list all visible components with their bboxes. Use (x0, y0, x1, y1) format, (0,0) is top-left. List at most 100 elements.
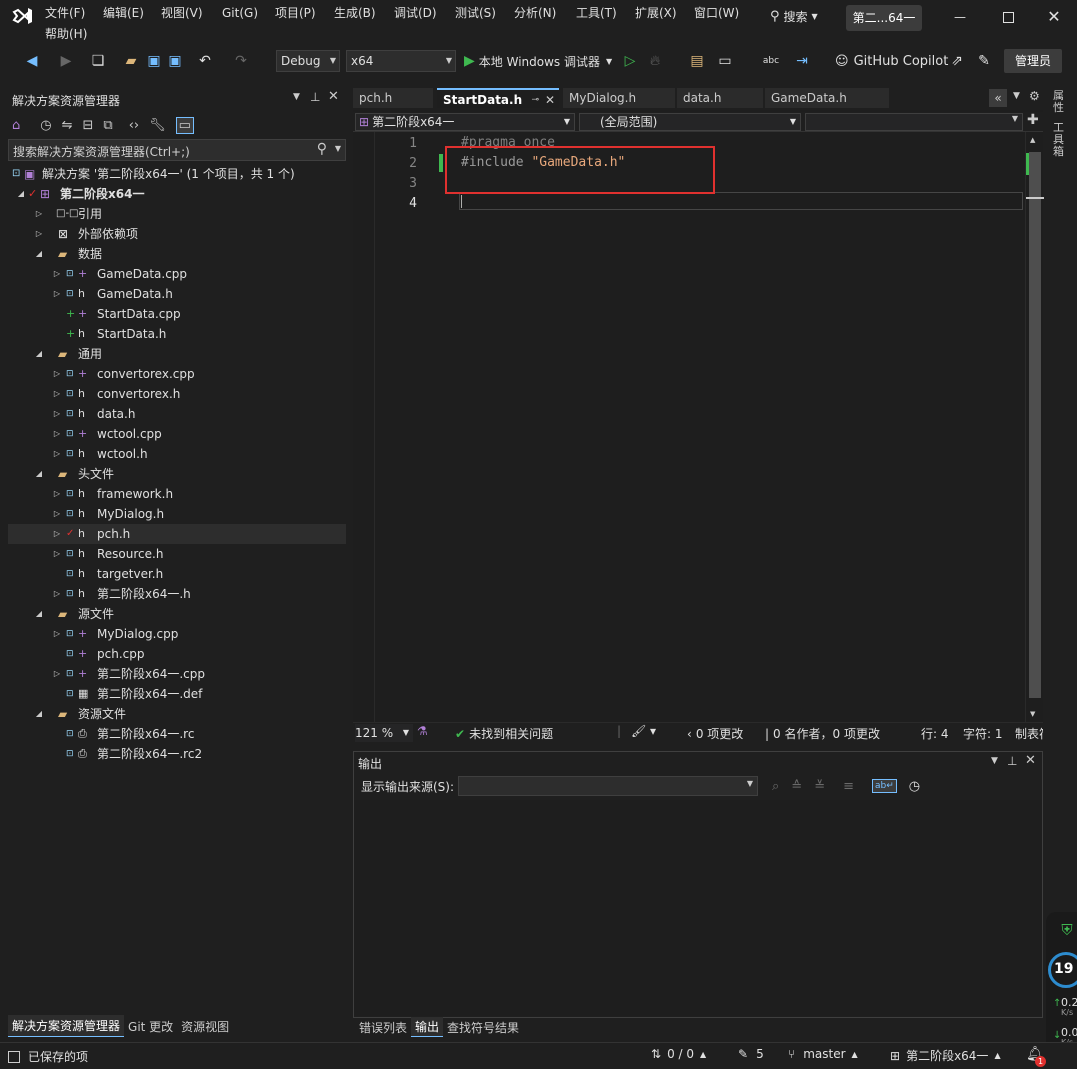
collapsed-arrow-icon[interactable]: ▷ (52, 444, 62, 464)
tab-data-h[interactable]: data.h (677, 88, 763, 108)
repository-indicator[interactable]: ⊞ 第二阶段x64一 ▲ (890, 1047, 1001, 1064)
expanded-arrow-icon[interactable]: ◢ (34, 604, 44, 624)
undo-icon[interactable]: ↶ (196, 49, 214, 73)
redo-icon[interactable]: ↷ (232, 49, 250, 73)
sync-indicator[interactable]: ⇅ 0 / 0 ▲ (651, 1047, 706, 1061)
tree-file[interactable]: ▷ ✓ h pch.h (8, 524, 346, 544)
tree-file[interactable]: ⊡ ⎙ 第二阶段x64一.rc (8, 724, 346, 744)
tree-file[interactable]: ▷ ⊡ + MyDialog.cpp (8, 624, 346, 644)
collapsed-arrow-icon[interactable]: ▷ (34, 224, 44, 244)
menu-view[interactable]: 视图(V) (161, 4, 203, 22)
word-wrap-icon[interactable]: ab↵ (872, 779, 897, 793)
home-icon[interactable]: ⌂ (12, 118, 20, 133)
menu-project[interactable]: 项目(P) (275, 4, 316, 22)
collapsed-arrow-icon[interactable]: ▷ (52, 404, 62, 424)
pin-icon[interactable]: ⊥ (1007, 754, 1017, 768)
tab-solution-explorer[interactable]: 解决方案资源管理器 (8, 1015, 125, 1037)
indent-icon[interactable]: ⇥ (793, 49, 811, 73)
network-speed-widget[interactable]: ⛨ 19 ↑ 0.2 K/s ↓ 0.0 K/s (1046, 912, 1077, 1062)
tree-folder[interactable]: ◢ ▰ 数据 (8, 244, 346, 264)
output-window-icon[interactable] (8, 1050, 20, 1063)
spell-check-icon[interactable]: abc (762, 49, 780, 73)
show-all-files-icon[interactable]: ⧉ (103, 118, 112, 133)
open-folder-icon[interactable]: ▰ (122, 49, 140, 73)
menu-file[interactable]: 文件(F) (45, 4, 85, 22)
search-button[interactable]: ⚲ 搜索 ▼ (770, 6, 818, 26)
tree-file[interactable]: ⊡ + pch.cpp (8, 644, 346, 664)
tab-error-list[interactable]: 错误列表 (355, 1018, 411, 1037)
tree-file[interactable]: + + StartData.cpp (8, 304, 346, 324)
menu-window[interactable]: 窗口(W) (694, 4, 739, 22)
menu-debug[interactable]: 调试(D) (394, 4, 437, 22)
start-without-debugging-icon[interactable]: ▷ (622, 49, 638, 73)
cleanup-brush-icon[interactable]: 🖌︎ ▾ (631, 724, 656, 738)
visual-studio-logo-icon[interactable] (12, 6, 34, 26)
tree-references[interactable]: ▷ □-□ 引用 (8, 204, 346, 224)
layout-icon[interactable]: ▭ (716, 49, 734, 73)
tree-folder[interactable]: ◢ ▰ 头文件 (8, 464, 346, 484)
tab-mode-indicator[interactable]: 制表符 (1015, 725, 1043, 742)
collapsed-arrow-icon[interactable]: ▷ (52, 364, 62, 384)
properties-wrench-icon[interactable]: 🔧︎ (149, 118, 166, 133)
expanded-arrow-icon[interactable]: ◢ (34, 344, 44, 364)
scroll-up-icon[interactable]: ▲ (1030, 136, 1035, 144)
tree-file[interactable]: + h StartData.h (8, 324, 346, 344)
solution-configuration-select[interactable]: Debug ▼ (276, 50, 340, 72)
tree-file[interactable]: ▷ ⊡ + GameData.cpp (8, 264, 346, 284)
tree-file[interactable]: ▷ ⊡ h data.h (8, 404, 346, 424)
solution-title-badge[interactable]: 第二...64一 (846, 5, 922, 31)
tree-project[interactable]: ◢ ✓ ⊞ 第二阶段x64一 (8, 184, 346, 204)
collapsed-arrow-icon[interactable]: ▷ (52, 484, 62, 504)
tree-file[interactable]: ⊡ ▦ 第二阶段x64一.def (8, 684, 346, 704)
collapsed-arrow-icon[interactable]: ▷ (52, 544, 62, 564)
menu-help[interactable]: 帮助(H) (45, 25, 87, 43)
nav-scope-select[interactable]: (全局范围) ▼ (579, 113, 801, 131)
changes-indicator[interactable]: ‹ 0 项更改 (687, 725, 743, 742)
menu-build[interactable]: 生成(B) (334, 4, 376, 22)
authors-indicator[interactable]: | 0 名作者，0 项更改 (765, 725, 880, 742)
collapsed-arrow-icon[interactable]: ▷ (52, 584, 62, 604)
next-message-icon[interactable]: ≚ (814, 779, 825, 794)
toolbox-tab[interactable]: 工具箱 (1053, 122, 1067, 158)
explorer-search-input[interactable]: 搜索解决方案资源管理器(Ctrl+;) ⚲ ▼ (8, 139, 346, 161)
vertical-scrollbar[interactable]: ▲ ▼ (1025, 132, 1044, 722)
start-debugging-button[interactable]: ▶ 本地 Windows 调试器 ▼ (464, 50, 612, 72)
expanded-arrow-icon[interactable]: ◢ (16, 184, 26, 204)
tab-list-dropdown-icon[interactable]: ▼ (1013, 91, 1020, 101)
sync-icon[interactable]: ⇋ (62, 118, 73, 133)
tree-folder[interactable]: ◢ ▰ 通用 (8, 344, 346, 364)
collapsed-arrow-icon[interactable]: ▷ (52, 624, 62, 644)
scroll-tabs-left-icon[interactable]: « (989, 89, 1007, 107)
share-icon[interactable]: ⇗ (948, 49, 966, 73)
tree-file[interactable]: ▷ ⊡ h Resource.h (8, 544, 346, 564)
tree-file[interactable]: ▷ ⊡ h wctool.h (8, 444, 346, 464)
chevron-down-icon[interactable]: ▼ (991, 756, 998, 766)
feedback-icon[interactable]: ✎ (975, 49, 993, 73)
tree-file[interactable]: ▷ ⊡ + 第二阶段x64一.cpp (8, 664, 346, 684)
tab-mydialog-h[interactable]: MyDialog.h (563, 88, 675, 108)
menu-analyze[interactable]: 分析(N) (514, 4, 556, 22)
tab-startdata-h[interactable]: StartData.h ⊸ ✕ (437, 88, 559, 108)
branch-indicator[interactable]: ⑂ master ▲ (788, 1047, 858, 1061)
issues-indicator[interactable]: ✔ 未找到相关问题 (455, 725, 553, 742)
pending-edits-indicator[interactable]: ✎ 5 (738, 1047, 764, 1061)
close-panel-icon[interactable]: ✕ (328, 89, 339, 104)
char-indicator[interactable]: 字符: 1 (963, 725, 1003, 742)
tree-file[interactable]: ▷ ⊡ h 第二阶段x64一.h (8, 584, 346, 604)
previous-message-icon[interactable]: ≙ (791, 779, 802, 794)
tree-file[interactable]: ▷ ⊡ h convertorex.h (8, 384, 346, 404)
expanded-arrow-icon[interactable]: ◢ (34, 464, 44, 484)
scrollbar-thumb[interactable] (1029, 152, 1041, 698)
line-indicator[interactable]: 行: 4 (921, 725, 949, 742)
minimize-icon[interactable]: — (948, 6, 972, 28)
menu-test[interactable]: 测试(S) (455, 4, 496, 22)
tree-external-dependencies[interactable]: ▷ ⊠ 外部依赖项 (8, 224, 346, 244)
intellicode-icon[interactable]: ⚗ (417, 724, 428, 738)
chevron-down-icon[interactable]: ▼ (293, 92, 300, 102)
close-tab-icon[interactable]: ✕ (545, 90, 555, 110)
collapsed-arrow-icon[interactable]: ▷ (52, 424, 62, 444)
tree-file[interactable]: ▷ ⊡ + convertorex.cpp (8, 364, 346, 384)
preview-selected-icon[interactable]: ▭ (175, 116, 194, 134)
maximize-icon[interactable] (996, 6, 1020, 28)
collapsed-arrow-icon[interactable]: ▷ (52, 264, 62, 284)
